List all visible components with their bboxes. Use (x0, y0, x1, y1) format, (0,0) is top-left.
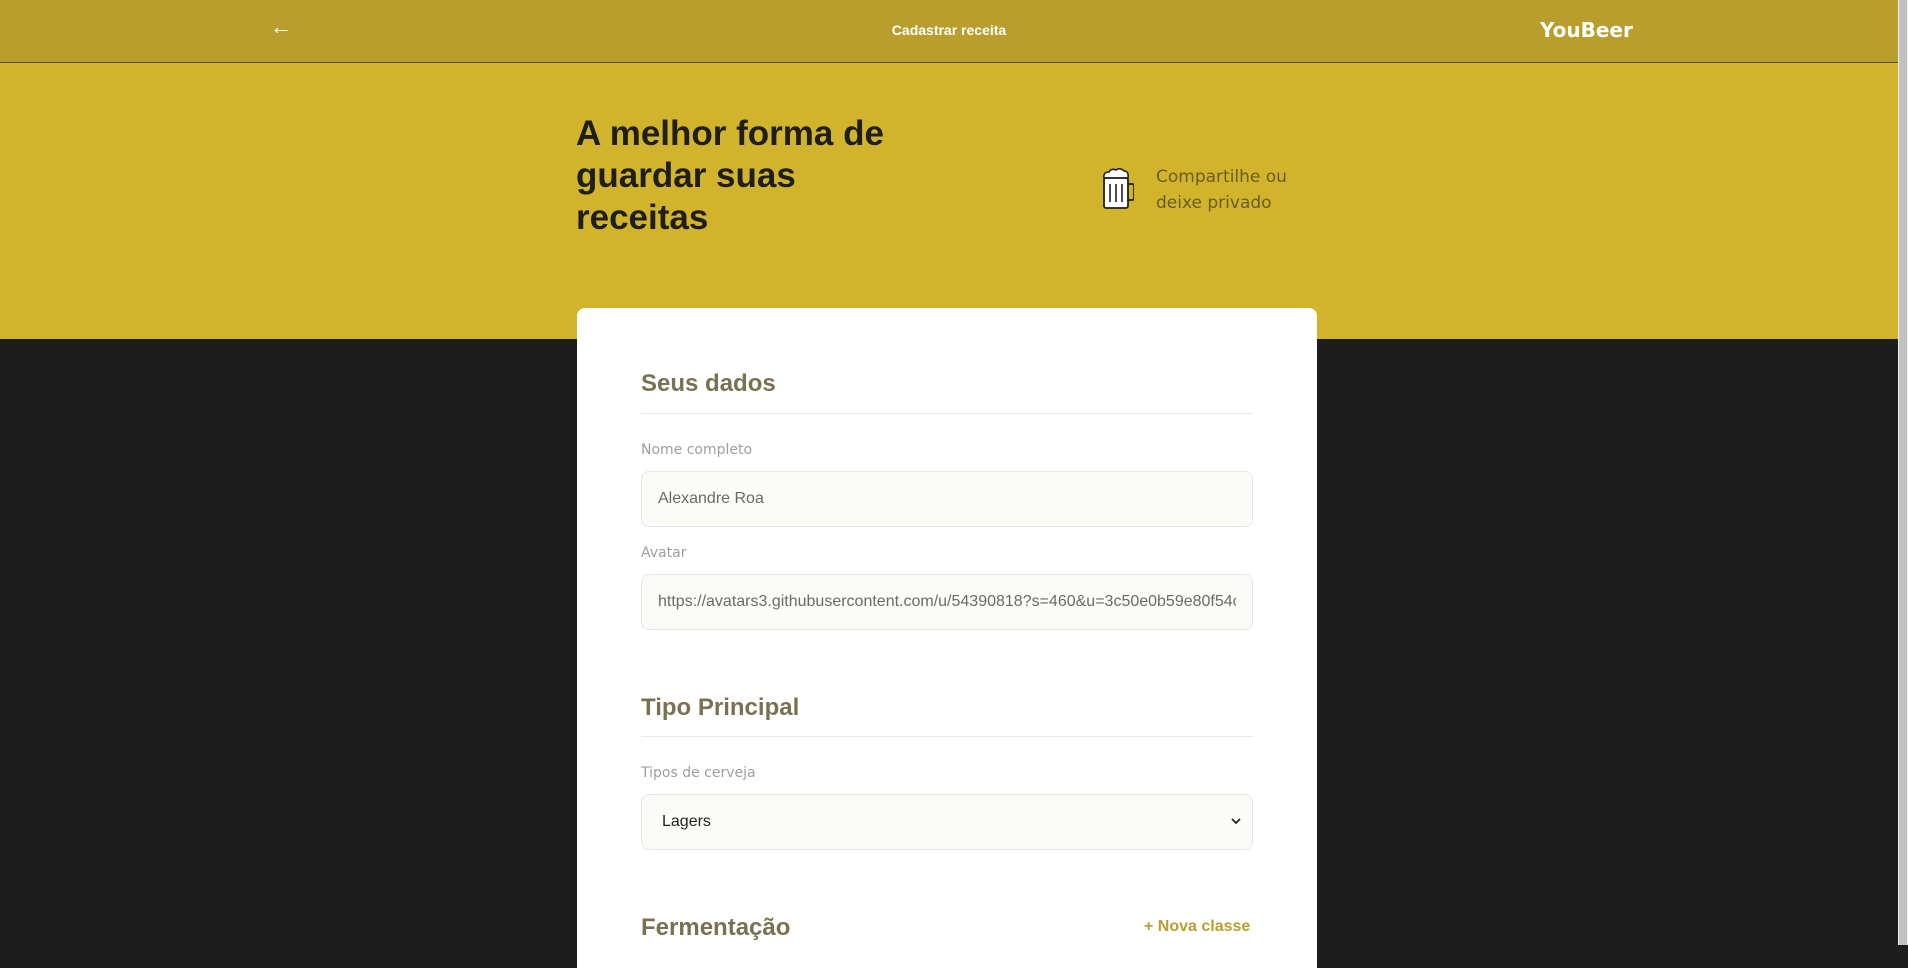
section-title-fermentation: Fermentação (641, 914, 791, 941)
avatar-url-input[interactable] (641, 574, 1253, 630)
brand-logo[interactable]: YouBeer (1540, 18, 1633, 42)
add-class-button[interactable]: + Nova classe (1144, 918, 1250, 936)
name-label: Nome completo (641, 442, 753, 458)
section-divider (641, 736, 1253, 737)
page-scrollbar[interactable] (1898, 0, 1908, 945)
hero-feature: Compartilhe ou deixe privado (1100, 164, 1300, 224)
beer-types-select[interactable]: Lagers (641, 794, 1253, 850)
section-title-personal-data: Seus dados (641, 370, 776, 397)
beer-types-selected-value: Lagers (662, 813, 711, 830)
recipe-form-card: Seus dados Nome completo Avatar Tipo Pri… (577, 308, 1317, 968)
scrollbar-thumb[interactable] (1899, 0, 1907, 945)
beer-types-label: Tipos de cerveja (641, 765, 756, 781)
section-title-main-type: Tipo Principal (641, 694, 800, 721)
chevron-down-icon (1231, 818, 1241, 825)
hero-feature-text: Compartilhe ou deixe privado (1156, 167, 1287, 213)
section-divider (641, 413, 1253, 414)
hero-title: A melhor forma de guardar suas receitas (576, 114, 884, 237)
avatar-label: Avatar (641, 545, 687, 561)
beer-mug-icon (1103, 168, 1134, 209)
full-name-input[interactable] (641, 471, 1253, 527)
hero-banner: A melhor forma de guardar suas receitas … (0, 63, 1898, 339)
top-bar: ← Cadastrar receita YouBeer (0, 0, 1898, 63)
